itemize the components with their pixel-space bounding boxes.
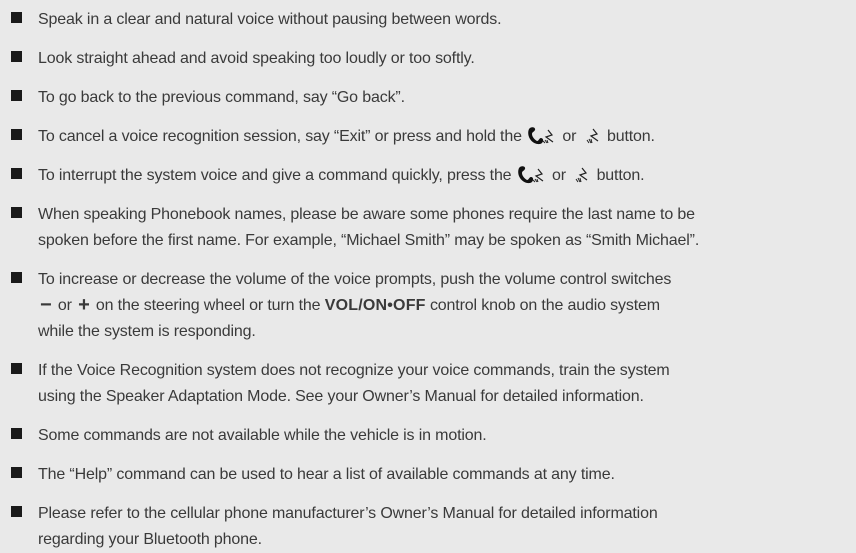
tip-line: regarding your Bluetooth phone. <box>38 531 262 548</box>
bullet-square <box>11 207 22 218</box>
tip-text-after: button. <box>596 167 645 184</box>
tip-text-or: or <box>552 167 566 184</box>
volume-minus-symbol: − <box>40 294 52 316</box>
tip-text: If the Voice Recognition system does not… <box>38 358 852 410</box>
tip-text: To increase or decrease the volume of th… <box>38 267 852 345</box>
tip-text: Look straight ahead and avoid speaking t… <box>38 50 475 67</box>
tip-line: When speaking Phonebook names, please be… <box>38 206 695 223</box>
tip-line: while the system is responding. <box>38 323 256 340</box>
volume-plus-symbol: + <box>78 294 90 316</box>
tip-text-before: To cancel a voice recognition session, s… <box>38 128 522 145</box>
tip-line: spoken before the first name. For exampl… <box>38 232 700 249</box>
tip-text: When speaking Phonebook names, please be… <box>38 202 852 254</box>
tip-text-or: or <box>57 297 72 314</box>
bullet-square <box>11 363 22 374</box>
tip-text: Please refer to the cellular phone manuf… <box>38 501 852 553</box>
bullet-square <box>11 467 22 478</box>
tip-text-after: button. <box>606 128 655 145</box>
tip-text: To interrupt the system voice and give a… <box>38 163 852 194</box>
tip-line: − or + on the steering wheel or turn the… <box>38 293 852 319</box>
tip-text-before: To interrupt the system voice and give a… <box>38 167 512 184</box>
bullet-square <box>11 428 22 439</box>
bullet-square <box>11 51 22 62</box>
tip-text: Speak in a clear and natural voice witho… <box>38 11 502 28</box>
voice-recognition-tips-page: Speak in a clear and natural voice witho… <box>0 0 856 551</box>
bullet-square <box>11 506 22 517</box>
tip-text-mid: on the steering wheel or turn the <box>95 297 321 314</box>
tip-text-or: or <box>562 128 577 145</box>
bullet-square <box>11 129 22 140</box>
tip-text: To cancel a voice recognition session, s… <box>38 124 852 155</box>
tip-text: Some commands are not available while th… <box>38 427 487 444</box>
tip-line: To increase or decrease the volume of th… <box>38 271 672 288</box>
vol-knob-label: VOL/ON•OFF <box>324 297 426 314</box>
phone-talk-icon <box>526 126 558 155</box>
tip-text-after: control knob on the audio system <box>429 297 660 314</box>
bullet-square <box>11 168 22 179</box>
bullet-square <box>11 12 22 23</box>
tip-text: The “Help” command can be used to hear a… <box>38 466 615 483</box>
talk-icon <box>570 165 592 194</box>
tip-line: using the Speaker Adaptation Mode. See y… <box>38 388 644 405</box>
bullet-square <box>11 90 22 101</box>
tip-line: If the Voice Recognition system does not… <box>38 362 670 379</box>
talk-icon <box>581 126 603 155</box>
phone-talk-icon <box>516 165 548 194</box>
tip-line: Please refer to the cellular phone manuf… <box>38 505 658 522</box>
bullet-square <box>11 272 22 283</box>
tip-text: To go back to the previous command, say … <box>38 89 405 106</box>
